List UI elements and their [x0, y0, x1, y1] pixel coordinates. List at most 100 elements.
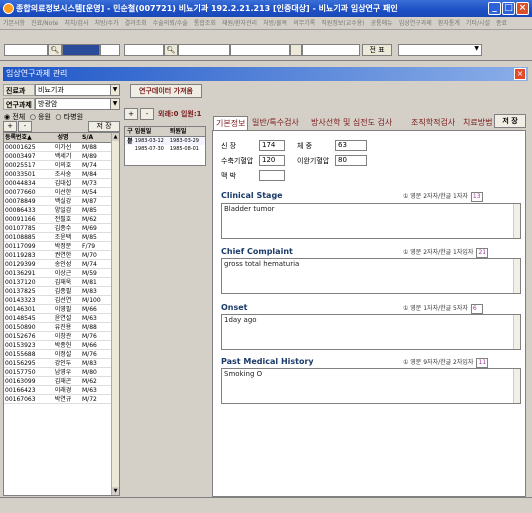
table-row[interactable]: 00086433 양일감 M/85	[4, 206, 119, 215]
radio-inpatient[interactable]: ○ 응원	[30, 113, 51, 121]
radio-all[interactable]: ◉ 전체	[4, 113, 25, 121]
toolbar-field[interactable]	[302, 44, 360, 56]
patient-id-field[interactable]	[4, 44, 48, 56]
tab-radiology-ecg[interactable]: 방사선학 및 심전도 검사	[311, 116, 392, 130]
diastolic-bp-input[interactable]: 80	[335, 155, 367, 166]
project-select[interactable]: 방광암 ▼	[35, 98, 120, 110]
clinical-stage-textarea[interactable]: Bladder tumor	[221, 203, 521, 239]
menu-item[interactable]: 직원정보(교수용)	[318, 17, 367, 29]
col-id-header[interactable]: 등록번호▲	[4, 133, 46, 142]
table-row[interactable]: 00137825 김종필 M/83	[4, 287, 119, 296]
toolbar-field[interactable]	[178, 44, 230, 56]
patient-table-scrollbar[interactable]: ▲ ▼	[111, 133, 119, 495]
menu-item[interactable]: 종료	[493, 17, 510, 29]
table-row[interactable]: 00078849 백실강 M/87	[4, 197, 119, 206]
col-name-header[interactable]: 성명	[46, 133, 80, 142]
pulse-input[interactable]	[259, 170, 285, 181]
visit-row[interactable]: 1985-07-30 1985-08-01	[125, 145, 205, 153]
import-research-data-button[interactable]: 연구데이터 가져옴	[130, 84, 202, 98]
textarea-scrollbar[interactable]	[513, 204, 520, 238]
table-row[interactable]: 00150890 유진용 M/88	[4, 323, 119, 332]
search-icon[interactable]: 🔍︎	[48, 44, 62, 56]
table-row[interactable]: 00167063 박연규 M/72	[4, 395, 119, 404]
table-row[interactable]: 00107785 김종수 M/69	[4, 224, 119, 233]
menu-item[interactable]: 임상연구과제	[396, 17, 435, 29]
remove-patient-button[interactable]: -	[18, 121, 32, 132]
menu-item[interactable]: 처방/물목	[260, 17, 290, 29]
table-row[interactable]: 00146301 이영필 M/66	[4, 305, 119, 314]
table-row[interactable]: 00119283 권연한 M/70	[4, 251, 119, 260]
table-row[interactable]: 00108885 조윤택 M/85	[4, 233, 119, 242]
tab-treatment[interactable]: 치료방법	[463, 116, 492, 130]
menu-item[interactable]: 수술의뢰/수술	[150, 17, 191, 29]
table-row[interactable]: 00077660 이선한 M/54	[4, 188, 119, 197]
menu-item[interactable]: 의무기록	[290, 17, 318, 29]
table-row[interactable]: 00156295 강인두 M/83	[4, 359, 119, 368]
dept-select[interactable]: 비뇨기과 ▼	[35, 84, 120, 96]
scroll-down-icon[interactable]: ▼	[112, 487, 119, 495]
systolic-bp-input[interactable]: 120	[259, 155, 285, 166]
tab-general-tests[interactable]: 일반/특수검사	[252, 116, 299, 130]
onset-textarea[interactable]: 1day ago	[221, 314, 521, 350]
table-row[interactable]: 00025517 이의호 M/74	[4, 161, 119, 170]
minimize-icon[interactable]: _	[488, 2, 501, 15]
menu-item[interactable]: 진료/Note	[28, 17, 61, 29]
remove-visit-button[interactable]: -	[140, 108, 154, 120]
save-patient-button[interactable]: 저 장	[88, 121, 120, 132]
menu-item[interactable]: 환자통계	[435, 17, 463, 29]
table-row[interactable]: 00136291 이상근 M/59	[4, 269, 119, 278]
table-row[interactable]: 00153923 박종헌 M/66	[4, 341, 119, 350]
past-medical-history-textarea[interactable]: Smoking O	[221, 368, 521, 404]
menu-item[interactable]: 처치/검사	[61, 17, 91, 29]
chief-complaint-textarea[interactable]: gross total hematuria	[221, 258, 521, 294]
close-icon[interactable]: ×	[516, 2, 529, 15]
radio-outpatient[interactable]: ○ 타병원	[55, 113, 83, 121]
add-visit-button[interactable]: +	[124, 108, 138, 120]
scroll-up-icon[interactable]: ▲	[112, 133, 119, 141]
table-row[interactable]: 00129399 송인성 M/74	[4, 260, 119, 269]
menu-item[interactable]: 공통메뉴	[368, 17, 396, 29]
lookup-icon[interactable]: 🔍︎	[164, 44, 178, 56]
table-row[interactable]: 00157750 남영우 M/80	[4, 368, 119, 377]
table-row[interactable]: 00148545 윤연설 M/63	[4, 314, 119, 323]
patient-sex-age: M/54	[82, 189, 97, 196]
toolbar-field[interactable]	[100, 44, 120, 56]
menu-item[interactable]: 기타/시설	[463, 17, 493, 29]
patient-name-field[interactable]	[62, 44, 100, 56]
table-row[interactable]: 00137120 김재욱 M/81	[4, 278, 119, 287]
table-row[interactable]: 00166423 이래경 M/63	[4, 386, 119, 395]
add-patient-button[interactable]: +	[3, 121, 17, 132]
table-row[interactable]: 00163099 김재곤 M/62	[4, 377, 119, 386]
toolbar-field[interactable]	[124, 44, 164, 56]
table-row[interactable]: 00117099 박정분 F/79	[4, 242, 119, 251]
checkbox-icon[interactable]	[290, 44, 302, 56]
table-row[interactable]: 00003497 백세기 M/89	[4, 152, 119, 161]
menu-item[interactable]: 재원/환자관리	[219, 17, 260, 29]
menu-item[interactable]: 결과조회	[122, 17, 150, 29]
table-row[interactable]: 00091166 전필호 M/62	[4, 215, 119, 224]
table-row[interactable]: 00044834 김대섭 M/73	[4, 179, 119, 188]
slip-button[interactable]: 전 표	[362, 44, 392, 56]
maximize-icon[interactable]: □	[502, 2, 515, 15]
table-row[interactable]: 00155688 이정설 M/76	[4, 350, 119, 359]
table-row[interactable]: 00152676 이창관 M/76	[4, 332, 119, 341]
menu-item[interactable]: 처방/수가	[91, 17, 121, 29]
textarea-scrollbar[interactable]	[513, 369, 520, 403]
height-input[interactable]: 174	[259, 140, 285, 151]
subwindow-close-icon[interactable]: ×	[514, 68, 526, 80]
weight-input[interactable]: 63	[335, 140, 367, 151]
textarea-scrollbar[interactable]	[513, 315, 520, 349]
tab-histology[interactable]: 조직학적검사	[411, 116, 455, 130]
table-row[interactable]: 00143323 김선연 M/100	[4, 296, 119, 305]
textarea-scrollbar[interactable]	[513, 259, 520, 293]
menu-item[interactable]: 기본사항	[0, 17, 28, 29]
table-row[interactable]: 00033501 조사숭 M/84	[4, 170, 119, 179]
table-row[interactable]: 00001625 이가선 M/88	[4, 143, 119, 152]
menu-item[interactable]: 통합조회	[191, 17, 219, 29]
toolbar-field[interactable]	[230, 44, 290, 56]
tab-basic-info[interactable]: 기본정보	[213, 116, 249, 130]
visit-row[interactable]: 입 1983-03-12 1983-03-29	[125, 137, 205, 145]
col-sa-header[interactable]: S/A	[80, 133, 113, 142]
save-button[interactable]: 저 장	[494, 114, 526, 128]
toolbar-select[interactable]: ▼	[398, 44, 482, 56]
